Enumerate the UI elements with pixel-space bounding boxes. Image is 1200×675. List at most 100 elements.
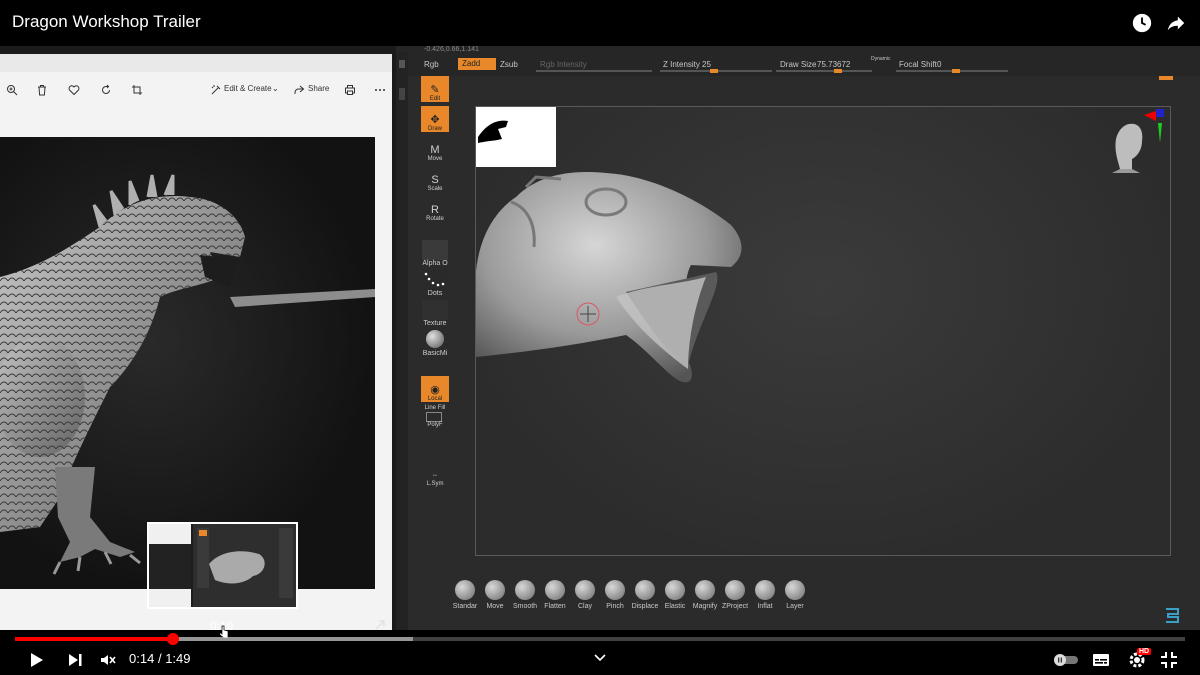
chapter-chevron-icon[interactable]: [590, 648, 610, 668]
coordinate-readout: -0.426,0.66,1.141: [424, 46, 479, 53]
zoom-icon[interactable]: [4, 82, 20, 98]
settings-button[interactable]: HD: [1125, 648, 1152, 672]
z-intensity-label: Z Intensity: [663, 60, 700, 69]
zbrush-top-shelf: -0.426,0.66,1.141 Rgb Zadd Zsub Rgb Inte…: [396, 46, 1200, 80]
played-bar: [15, 637, 173, 641]
dragon-head-sculpt: [476, 172, 742, 383]
share-button[interactable]: Share: [308, 84, 329, 93]
rgb-button[interactable]: Rgb: [424, 60, 439, 69]
seek-preview-thumbnail: [147, 522, 298, 609]
print-icon[interactable]: [342, 82, 358, 98]
time-separator: /: [157, 651, 162, 666]
subtitles-button[interactable]: [1089, 648, 1113, 672]
favorite-icon[interactable]: [66, 82, 82, 98]
share-icon[interactable]: [1164, 11, 1188, 35]
top-bar: Dragon Workshop Trailer: [0, 0, 1200, 46]
edit-create-icon[interactable]: [208, 82, 224, 98]
video-title[interactable]: Dragon Workshop Trailer: [12, 12, 201, 32]
dynamic-toggle[interactable]: Dynamic: [871, 56, 890, 62]
zbrush-left-tray: [396, 52, 408, 630]
exit-fullscreen-icon: [1161, 652, 1177, 668]
zbrush-window: -0.426,0.66,1.141 Rgb Zadd Zsub Rgb Inte…: [396, 46, 1200, 630]
brush-flatten[interactable]: Flatten: [540, 580, 570, 616]
alpha-label: Alpha O: [422, 260, 448, 267]
rotate-tool-icon: R: [431, 204, 439, 216]
progress-bar[interactable]: [15, 637, 1185, 641]
brush-magnify[interactable]: Magnify: [690, 580, 720, 616]
delete-icon[interactable]: [34, 82, 50, 98]
share-arrow-icon[interactable]: [291, 82, 307, 98]
autoplay-toggle[interactable]: [1052, 648, 1080, 672]
exit-fullscreen-button[interactable]: [1157, 648, 1181, 672]
local-button[interactable]: ◉ Local: [421, 376, 449, 402]
brush-palette: Standar Move Smooth Flatten Clay Pinch D…: [450, 580, 820, 616]
lsym-arrows-icon[interactable]: ↔: [418, 472, 452, 478]
tray-handle-mid[interactable]: [399, 88, 405, 100]
more-options-icon[interactable]: [372, 82, 388, 98]
tray-handle[interactable]: [1159, 76, 1173, 80]
brush-clay[interactable]: Clay: [570, 580, 600, 616]
brush-displace[interactable]: Displace: [630, 580, 660, 616]
alpha-swatch[interactable]: [422, 240, 448, 260]
lsym-label: L.Sym: [426, 481, 444, 487]
viewer-toolbar: Edit & Create ⌄ Share: [0, 78, 392, 102]
tray-handle-top[interactable]: [399, 60, 405, 68]
expand-arrow-icon[interactable]: [374, 618, 386, 630]
edit-create-chevron-icon[interactable]: ⌄: [272, 84, 279, 93]
brush-elastic[interactable]: Elastic: [660, 580, 690, 616]
brush-layer[interactable]: Layer: [780, 580, 810, 616]
current-time: 0:14: [129, 651, 155, 666]
crop-icon[interactable]: [129, 82, 145, 98]
local-icon: ◉: [430, 384, 440, 396]
move-icon: M: [430, 144, 440, 156]
draw-size-slider[interactable]: [776, 69, 872, 73]
next-icon: [69, 654, 82, 666]
stroke-dots-icon[interactable]: [422, 270, 448, 290]
polyf-label: PolyF: [427, 422, 443, 428]
texture-label: Texture: [423, 320, 447, 327]
draw-size-value: 75.73672: [817, 60, 851, 69]
scrubber-handle[interactable]: [166, 633, 179, 645]
material-sphere-icon[interactable]: [426, 330, 444, 348]
draw-button[interactable]: ✥ Draw: [421, 106, 449, 132]
next-button[interactable]: [63, 648, 87, 672]
focal-shift-value: 0: [937, 60, 942, 69]
edit-button[interactable]: ✎ Edit: [421, 76, 449, 102]
muted-speaker-icon: [101, 655, 116, 665]
focal-shift-slider[interactable]: [896, 69, 1008, 73]
watch-later-icon[interactable]: [1130, 11, 1154, 35]
play-button[interactable]: [24, 648, 48, 672]
texture-swatch[interactable]: [422, 300, 448, 320]
time-display: 0:14 / 1:49: [129, 651, 191, 666]
linefill-label[interactable]: Line Fill: [418, 405, 452, 411]
move-button[interactable]: M Move: [421, 136, 449, 162]
channel-logo-icon: [1162, 606, 1184, 624]
autoplay-pause-icon: [1054, 654, 1078, 666]
brush-move[interactable]: Move: [480, 580, 510, 616]
material-label: BasicMi: [422, 350, 448, 357]
brush-zproject[interactable]: ZProject: [720, 580, 750, 616]
edit-icon: ✎: [430, 84, 440, 96]
orientation-head-gizmo[interactable]: [1096, 107, 1166, 177]
polyf-grid-icon[interactable]: [426, 412, 442, 422]
dots-label: Dots: [427, 290, 443, 297]
draw-size-label: Draw Size: [780, 60, 817, 69]
brush-standard[interactable]: Standar: [450, 580, 480, 616]
brush-pinch[interactable]: Pinch: [600, 580, 630, 616]
z-intensity-slider[interactable]: [660, 69, 772, 73]
rotate-button[interactable]: R Rotate: [421, 196, 449, 222]
play-icon: [31, 653, 43, 667]
sculpt-canvas[interactable]: [475, 106, 1171, 556]
brush-inflat[interactable]: Inflat: [750, 580, 780, 616]
scale-icon: S: [431, 174, 439, 186]
duration: 1:49: [165, 651, 191, 666]
rotate-icon[interactable]: [98, 82, 114, 98]
draw-icon: ✥: [430, 114, 440, 126]
zsub-button[interactable]: Zsub: [500, 60, 518, 69]
mute-button[interactable]: [96, 648, 120, 672]
zadd-button[interactable]: Zadd: [458, 58, 496, 70]
brush-smooth[interactable]: Smooth: [510, 580, 540, 616]
edit-create-button[interactable]: Edit & Create: [224, 84, 272, 93]
scale-button[interactable]: S Scale: [421, 166, 449, 192]
rgb-intensity-slider[interactable]: [536, 70, 652, 72]
